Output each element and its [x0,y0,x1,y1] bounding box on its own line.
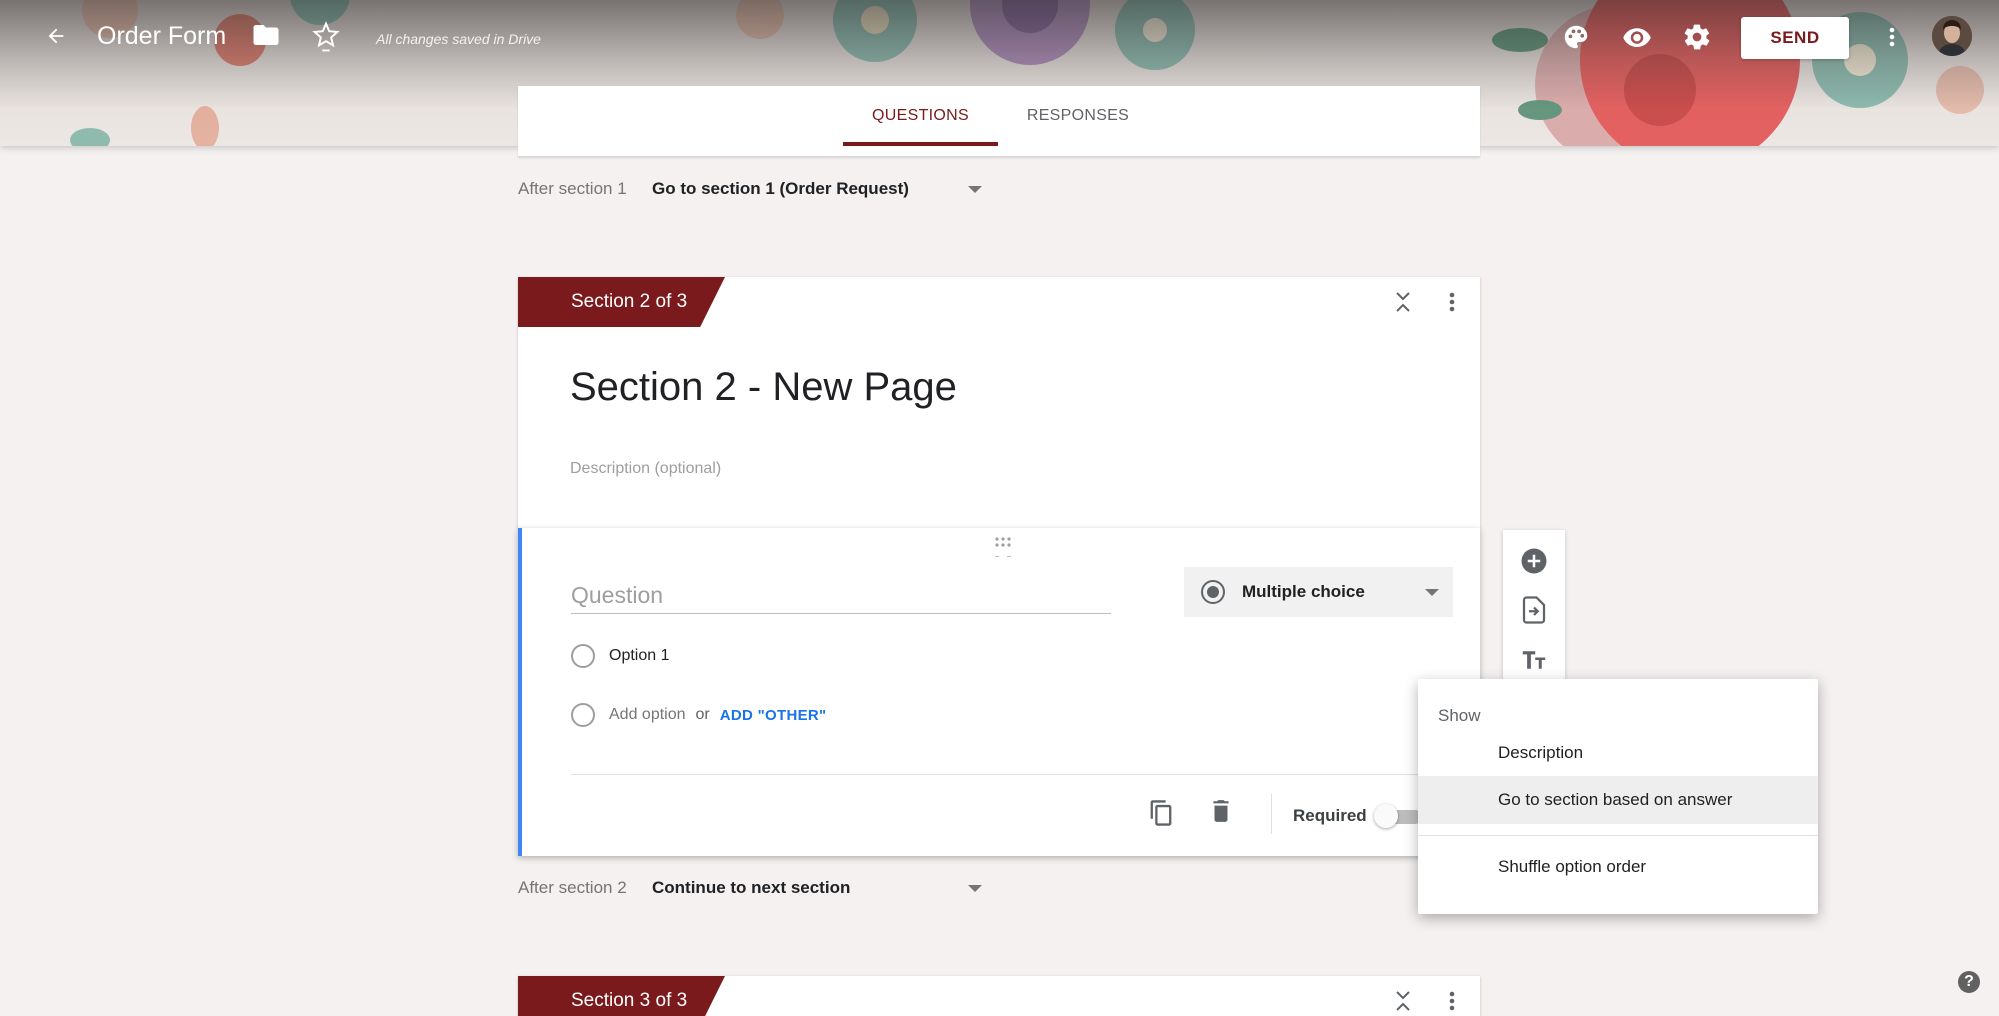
section-3-badge: Section 3 of 3 [518,976,725,1016]
dropdown-caret-icon [968,884,982,892]
menu-item-go-to-section[interactable]: Go to section based on answer [1418,776,1818,824]
eye-icon [1623,28,1651,47]
form-header: Order Form All changes saved in Drive SE… [0,0,1999,146]
import-questions-button[interactable] [1519,595,1549,625]
menu-divider [1418,835,1818,836]
question-options-menu: Show Description Go to section based on … [1418,679,1818,914]
required-label: Required [1293,806,1367,825]
send-button[interactable]: SEND [1741,17,1849,59]
more-vert-icon [1889,27,1895,47]
collapse-icon [1396,991,1410,1011]
more-vert-icon [1449,991,1455,1011]
after-section-2-select[interactable]: Continue to next section [652,873,992,903]
customize-theme-button[interactable] [1561,22,1591,52]
text-title-icon [1522,651,1546,669]
after-section-1-value: Go to section 1 (Order Request) [652,179,909,198]
after-section-1-label: After section 1 [518,179,627,198]
add-option-row: Add option or ADD "OTHER" [571,702,826,728]
radio-button-icon [1201,580,1225,604]
section-1-card-bottom [518,146,1480,156]
after-section-2-row: After section 2 Continue to next section [518,873,992,903]
after-section-1-select[interactable]: Go to section 1 (Order Request) [652,174,992,204]
avatar[interactable] [1932,16,1972,56]
footer-vertical-divider [1271,794,1272,834]
menu-header: Show [1438,706,1481,725]
section-2-description[interactable]: Description (optional) [570,460,721,478]
settings-button[interactable] [1682,22,1712,52]
form-title[interactable]: Order Form [97,22,226,51]
option-1-input[interactable]: Option 1 [609,647,669,665]
star-button[interactable] [311,20,341,52]
question-footer-divider [571,774,1484,775]
after-section-2-label: After section 2 [518,878,627,897]
back-button[interactable] [38,18,74,54]
folder-icon [253,25,279,45]
move-to-folder-button[interactable] [251,20,281,50]
tab-questions[interactable]: QUESTIONS [843,86,998,146]
radio-circle-icon [571,703,595,727]
section-3-card: Section 3 of 3 [518,976,1480,1016]
add-circle-icon [1521,548,1547,574]
side-toolbar [1503,530,1565,680]
star-icon [312,21,340,52]
question-card: Question Multiple choice Option 1 Add op… [518,528,1484,856]
duplicate-button[interactable] [1147,798,1175,828]
collapse-section-3-button[interactable] [1390,986,1416,1016]
section-2-more-button[interactable] [1442,287,1462,317]
after-section-1-row: After section 1 Go to section 1 (Order R… [518,174,992,204]
back-arrow-icon [48,28,64,44]
section-2-title[interactable]: Section 2 - New Page [570,365,957,410]
drag-handle[interactable] [992,536,1018,560]
trash-icon [1213,800,1229,822]
question-title-input[interactable]: Question [571,582,1111,614]
avatar-image [1932,16,1972,56]
add-option-input[interactable]: Add option [609,706,686,724]
help-button[interactable]: ? [1958,971,1980,993]
question-type-select[interactable]: Multiple choice [1184,567,1453,617]
palette-icon [1564,25,1588,49]
or-text: or [695,706,710,723]
menu-item-shuffle-options[interactable]: Shuffle option order [1418,843,1818,891]
delete-button[interactable] [1208,796,1234,826]
save-status: All changes saved in Drive [376,31,541,47]
gear-icon [1684,24,1710,50]
copy-icon [1150,800,1172,826]
collapse-icon [1396,292,1410,312]
tab-responses[interactable]: RESPONSES [1018,86,1138,146]
after-section-2-value: Continue to next section [652,878,851,897]
add-title-button[interactable] [1519,645,1549,675]
tabs-bar: QUESTIONS RESPONSES [518,86,1480,146]
add-question-button[interactable] [1519,546,1549,576]
dropdown-caret-icon [968,185,982,193]
question-type-label: Multiple choice [1242,582,1365,601]
menu-item-description[interactable]: Description [1418,729,1818,777]
dropdown-caret-icon [1425,588,1439,596]
radio-circle-icon [571,644,595,668]
preview-button[interactable] [1621,22,1651,52]
more-vert-icon [1449,292,1455,312]
section-2-card: Section 2 of 3 Section 2 - New Page Desc… [518,277,1480,529]
add-other-link[interactable]: ADD "OTHER" [720,707,827,724]
toggle-knob [1374,804,1398,828]
option-row: Option 1 [571,643,669,669]
section-2-badge: Section 2 of 3 [518,277,725,327]
section-3-more-button[interactable] [1442,986,1462,1016]
more-options-button[interactable] [1880,22,1904,52]
collapse-section-2-button[interactable] [1390,287,1416,317]
import-icon [1522,596,1546,624]
drag-handle-icon [995,537,1011,557]
